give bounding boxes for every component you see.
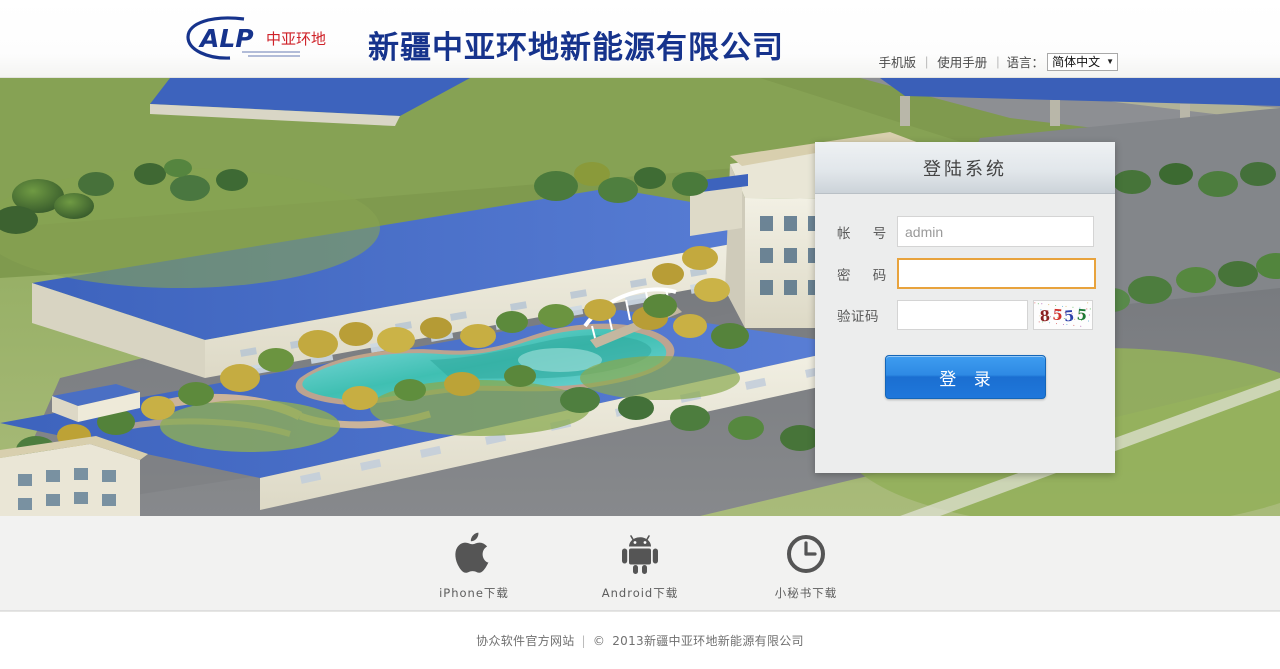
login-form: 帐 号 密 码 验证码 8555 登 录 xyxy=(815,194,1115,399)
download-secretary-label: 小秘书下载 xyxy=(774,586,838,600)
download-android[interactable]: Android下载 xyxy=(585,532,695,601)
password-input[interactable] xyxy=(897,258,1096,289)
svg-text:ALP: ALP xyxy=(198,24,254,53)
login-panel: 登陆系统 帐 号 密 码 验证码 8555 登 录 xyxy=(815,142,1115,473)
captcha-label: 验证码 xyxy=(837,309,879,325)
nav-separator-2: | xyxy=(996,54,1000,69)
user-manual-link[interactable]: 使用手册 xyxy=(935,52,989,71)
top-navigation: 手机版 | 使用手册 | 语言： 简体中文 ▼ xyxy=(877,52,1118,71)
login-page: ALP 中亚环地 新疆中亚环地新能源有限公司 手机版 | 使用手册 | 语言： … xyxy=(0,0,1280,669)
download-android-label: Android下载 xyxy=(601,586,679,600)
apple-icon xyxy=(454,532,494,576)
copyright-symbol: © xyxy=(592,633,606,648)
footer-content: 协众软件官方网站 | © 2013新疆中亚环地新能源有限公司 xyxy=(476,632,804,649)
android-icon xyxy=(619,532,661,576)
official-site-link[interactable]: 协众软件官方网站 xyxy=(476,632,574,649)
company-logo[interactable]: ALP 中亚环地 xyxy=(182,14,357,64)
download-strip: iPhone下载 Android下载 小秘书下载 xyxy=(0,516,1280,610)
language-label: 语言： xyxy=(1006,56,1045,70)
language-select-value: 简体中文 xyxy=(1052,55,1101,69)
chevron-down-icon: ▼ xyxy=(1106,56,1114,66)
nav-separator-1: | xyxy=(925,54,929,69)
language-select[interactable]: 简体中文 ▼ xyxy=(1047,52,1118,71)
password-row: 密 码 xyxy=(837,258,1096,289)
svg-text:5: 5 xyxy=(1076,306,1088,324)
login-panel-title: 登陆系统 xyxy=(923,158,1007,180)
alp-logo-icon: ALP 中亚环地 xyxy=(186,16,326,60)
account-row: 帐 号 xyxy=(837,216,1094,247)
captcha-row: 验证码 8555 xyxy=(837,300,1093,330)
download-secretary[interactable]: 小秘书下载 xyxy=(751,532,861,601)
login-submit-button[interactable]: 登 录 xyxy=(884,355,1046,399)
download-iphone[interactable]: iPhone下载 xyxy=(419,532,529,601)
captcha-input[interactable] xyxy=(897,300,1028,330)
login-button-wrap: 登 录 xyxy=(837,355,1093,399)
download-iphone-label: iPhone下载 xyxy=(439,586,509,600)
account-label: 帐 号 xyxy=(837,225,896,242)
footer-separator: | xyxy=(581,633,586,648)
password-label: 密 码 xyxy=(837,267,896,284)
captcha-image[interactable]: 8555 xyxy=(1033,300,1093,330)
page-footer: 协众软件官方网站 | © 2013新疆中亚环地新能源有限公司 xyxy=(0,612,1280,669)
company-title: 新疆中亚环地新能源有限公司 xyxy=(368,30,784,66)
account-input[interactable] xyxy=(897,216,1094,247)
copyright-text: 2013新疆中亚环地新能源有限公司 xyxy=(612,634,804,648)
svg-text:中亚环地: 中亚环地 xyxy=(266,30,326,48)
clock-icon xyxy=(785,532,827,576)
svg-text:5: 5 xyxy=(1052,306,1064,324)
svg-text:8: 8 xyxy=(1039,308,1050,326)
svg-text:5: 5 xyxy=(1064,308,1075,326)
login-panel-header: 登陆系统 xyxy=(815,142,1115,194)
page-header: ALP 中亚环地 新疆中亚环地新能源有限公司 手机版 | 使用手册 | 语言： … xyxy=(0,0,1280,78)
mobile-version-link[interactable]: 手机版 xyxy=(877,52,919,71)
